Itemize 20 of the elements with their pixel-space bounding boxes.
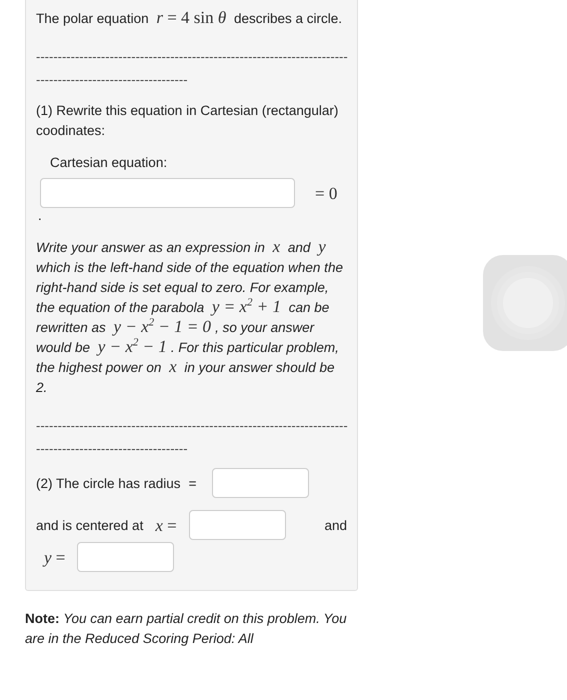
- equation-field[interactable]: [40, 178, 295, 208]
- period-mark: .: [38, 210, 43, 222]
- radius-field[interactable]: [212, 468, 310, 498]
- note-text: Note: You can earn partial credit on this problem. You are in the Reduced Scoring Period: All: [25, 610, 348, 648]
- question-text: (1) Rewrite this equation in Cartesian (rectangular) coodinates:: [36, 102, 340, 140]
- instructions-text: Write your answer as an expression in x and y which is the left-hand side of the equation when the right-hand side is set equal to zero. For example, the equation of the parabola y = x$^{2}$ + 1 can be rewritten as y − x$^{2}$ − 1 = 0 , so your answer would be y − x$^{2}$ − 1 . For this particular problem, the highest power on x in your answer should be 2.: [36, 238, 344, 397]
- y-equals-label: y =: [42, 548, 66, 566]
- dashed-line-text: -----------------------------------------------------------------------------------------------------------: [36, 417, 348, 458]
- x-equals-label: x =: [154, 516, 178, 534]
- equals-zero-text: = 0: [314, 184, 338, 202]
- radius-label: (2) The circle has radius: [36, 476, 181, 490]
- field-label: Cartesian equation:: [50, 154, 168, 172]
- and-text: and: [324, 518, 347, 532]
- center-y-field[interactable]: [77, 542, 174, 572]
- dashed-line-text: -----------------------------------------------------------------------------------------------------------: [36, 48, 348, 89]
- center-label: and is centered at: [36, 518, 144, 532]
- floating-button[interactable]: [483, 255, 567, 351]
- center-x-field[interactable]: [188, 510, 286, 540]
- intro-text: The polar equation r = 4 sin θ describes a circle.: [36, 9, 344, 29]
- equals-sign: =: [188, 476, 196, 490]
